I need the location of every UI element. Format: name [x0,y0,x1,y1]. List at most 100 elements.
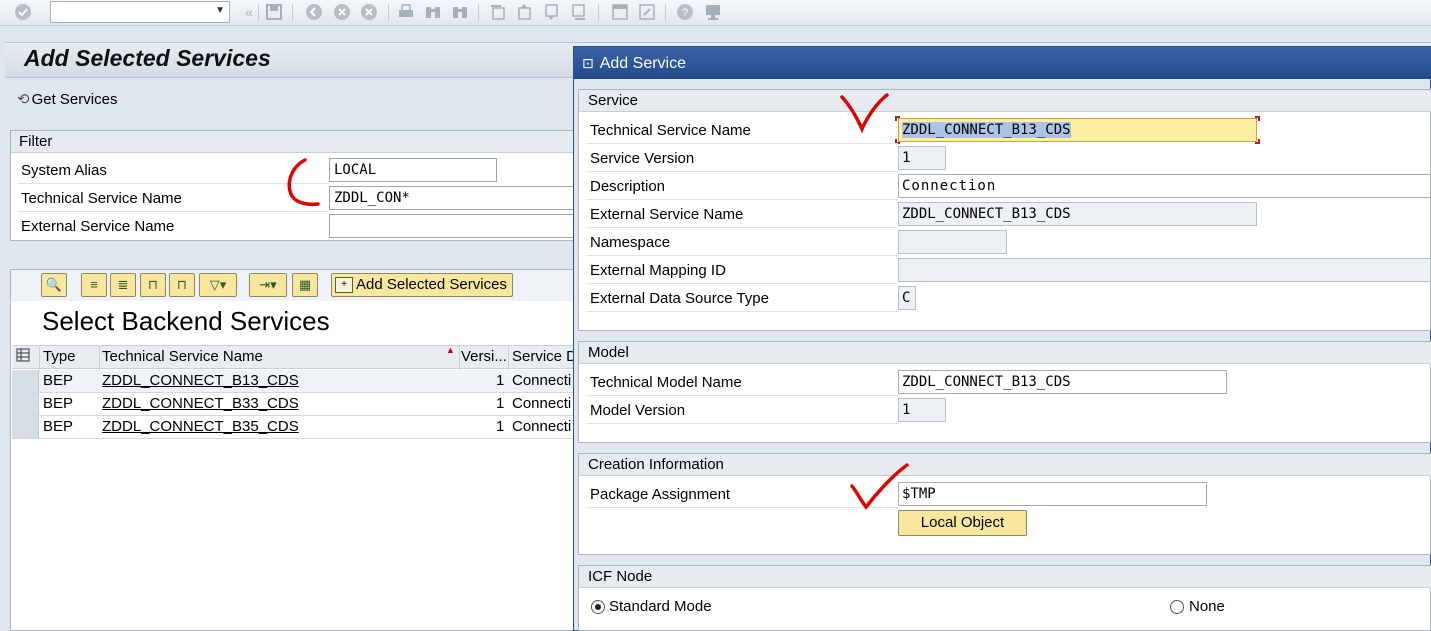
details-icon[interactable]: 🔍 [41,273,67,297]
namespace-label: Namespace [590,234,671,251]
row-selector[interactable] [12,416,39,438]
external-data-source-type-label: External Data Source Type [590,290,769,307]
row-technical-service-name[interactable]: ZDDL_CONNECT_B35_CDS [102,418,299,435]
technical-service-name-label: Technical Service Name [21,190,182,207]
technical-model-name-field[interactable]: ZDDL_CONNECT_B13_CDS [898,370,1227,394]
none-label: None [1189,598,1225,615]
namespace-field[interactable] [898,230,1007,254]
add-selected-services-label: Add Selected Services [356,276,507,293]
technical-service-name-label: Technical Service Name [590,122,751,139]
external-mapping-id-label: External Mapping ID [590,262,726,279]
find-next-icon[interactable]: ⊓ [169,273,195,297]
technical-model-name-label: Technical Model Name [590,374,742,391]
external-service-name-label: External Service Name [590,206,744,223]
dropdown-arrow-icon[interactable]: ▼ [215,5,225,16]
column-header-version[interactable]: Versi... [461,348,507,365]
get-services-button[interactable]: ⟲ Get Services [17,90,117,108]
column-header-service-description[interactable]: Service D [512,348,578,365]
external-data-source-type-field[interactable]: C [898,286,916,310]
add-selected-services-button[interactable]: + Add Selected Services [331,273,513,297]
layout-icon[interactable] [704,3,722,21]
row-description: Connecti [512,418,572,435]
backend-services-title: Select Backend Services [42,306,330,336]
standard-mode-radio[interactable] [591,600,605,614]
back-nav-icon[interactable] [305,3,323,21]
external-mapping-id-field[interactable] [898,258,1431,282]
help-icon[interactable]: ? [676,3,694,21]
icf-node-title: ICF Node [579,566,1431,588]
row-technical-service-name[interactable]: ZDDL_CONNECT_B33_CDS [102,395,299,412]
external-service-name-label: External Service Name [21,218,175,235]
svg-text:?: ? [682,7,688,19]
dialog-title-bar[interactable]: ⊡ Add Service [574,47,1431,79]
add-icon: + [335,277,353,293]
table-row[interactable]: BEP ZDDL_CONNECT_B33_CDS 1 Connecti [12,393,580,416]
package-assignment-label: Package Assignment [590,486,731,503]
layout-grid-icon[interactable]: ▦ [292,273,318,297]
row-description: Connecti [512,372,572,389]
external-service-name-input[interactable] [329,214,580,238]
column-header-type[interactable]: Type [43,348,97,365]
model-group-title: Model [579,342,1431,364]
next-page-icon[interactable] [543,3,561,21]
technical-service-name-field[interactable]: ZDDL_CONNECT_B13_CDS [898,118,1257,142]
row-technical-service-name[interactable]: ZDDL_CONNECT_B13_CDS [102,372,299,389]
service-version-field[interactable]: 1 [898,146,946,170]
find-icon[interactable] [424,3,442,21]
system-alias-label: System Alias [21,162,107,179]
system-alias-input[interactable]: LOCAL [329,158,497,182]
row-selector[interactable] [12,370,39,392]
shortcut-icon[interactable] [638,3,656,21]
find-icon[interactable]: ⊓ [140,273,166,297]
first-page-icon[interactable] [489,3,507,21]
column-header-technical-service-name[interactable]: Technical Service Name [102,348,442,365]
prev-page-icon[interactable] [516,3,534,21]
sort-indicator-icon: ▲ [446,345,455,355]
save-icon[interactable] [265,3,283,21]
standard-mode-label: Standard Mode [609,598,712,615]
exit-icon[interactable] [333,3,351,21]
column-settings-icon[interactable] [16,347,32,367]
external-service-name-field[interactable]: ZDDL_CONNECT_B13_CDS [898,202,1257,226]
package-assignment-field[interactable]: $TMP [898,482,1207,506]
model-version-label: Model Version [590,402,686,419]
row-version: 1 [496,372,505,389]
find-next-icon[interactable] [451,3,469,21]
export-icon[interactable]: ⇥▾ [249,273,287,297]
row-type: BEP [43,418,74,435]
description-label: Description [590,178,666,195]
page-title: Add Selected Services [24,45,271,71]
get-services-icon: ⟲ [17,91,30,108]
get-services-label: Get Services [31,91,118,108]
dialog-window-icon: ⊡ [582,55,594,71]
sort-descending-icon[interactable]: ≣ [110,273,136,297]
local-object-button[interactable]: Local Object [898,510,1027,536]
filter-group-title: Filter [11,131,580,153]
table-row[interactable]: BEP ZDDL_CONNECT_B13_CDS 1 Connecti [12,370,580,393]
row-type: BEP [43,372,74,389]
table-row[interactable]: BEP ZDDL_CONNECT_B35_CDS 1 Connecti [12,416,580,439]
row-description: Connecti [512,395,572,412]
cancel-icon[interactable] [360,3,378,21]
enter-icon[interactable] [14,3,32,21]
row-version: 1 [496,418,505,435]
filter-icon[interactable]: ▽▾ [199,273,237,297]
last-page-icon[interactable] [570,3,588,21]
row-selector[interactable] [12,393,39,415]
model-version-field[interactable]: 1 [898,398,946,422]
technical-service-name-value: ZDDL_CONNECT_B13_CDS [902,122,1071,138]
print-icon[interactable] [397,3,415,21]
description-field[interactable]: Connection [898,174,1431,198]
creation-information-title: Creation Information [579,454,1431,476]
sort-ascending-icon[interactable]: ≡ [81,273,107,297]
new-session-icon[interactable] [611,3,629,21]
row-version: 1 [496,395,505,412]
technical-service-name-input[interactable]: ZDDL_CON* [329,186,580,210]
system-toolbar: ▼ « ? [0,0,1431,26]
row-type: BEP [43,395,74,412]
service-group-title: Service [579,90,1431,112]
collapse-icon[interactable]: « [240,3,258,21]
command-field[interactable]: ▼ [50,1,230,23]
none-radio[interactable] [1170,600,1184,614]
service-version-label: Service Version [590,150,695,167]
